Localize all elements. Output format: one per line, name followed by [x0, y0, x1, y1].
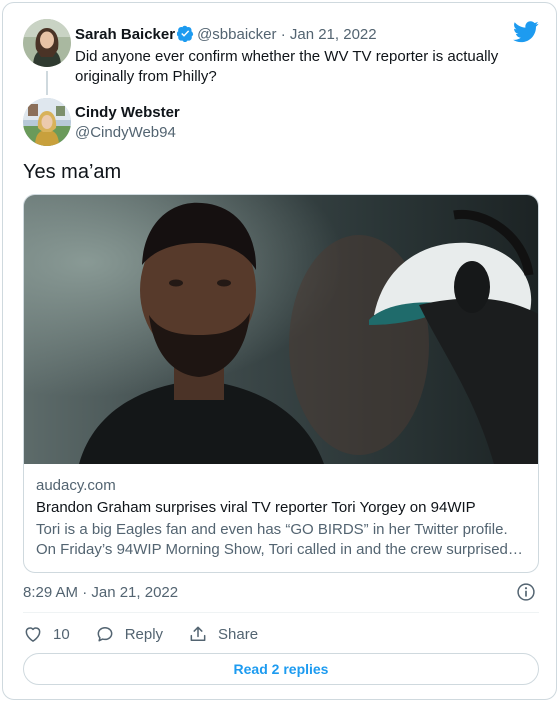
speech-bubble-icon — [97, 627, 113, 642]
like-button[interactable]: 10 — [23, 624, 70, 644]
link-title: Brandon Graham surprises viral TV report… — [36, 499, 476, 516]
author-avatar[interactable] — [23, 98, 71, 146]
tweet-timestamp[interactable]: 8:29 AM · Jan 21, 2022 — [23, 583, 178, 603]
info-icon[interactable] — [516, 582, 536, 602]
quoted-author-avatar[interactable] — [23, 19, 71, 67]
link-preview-card[interactable]: audacy.com Brandon Graham surprises vira… — [23, 194, 539, 573]
divider — [23, 612, 539, 613]
tweet-text: Yes ma’am — [23, 161, 122, 183]
verified-badge-icon — [176, 25, 194, 42]
link-preview-meta: audacy.com Brandon Graham surprises vira… — [36, 476, 526, 560]
reply-label: Reply — [124, 625, 164, 643]
share-button[interactable]: Share — [188, 624, 258, 644]
link-preview-image — [24, 195, 538, 464]
thread-connector — [46, 71, 48, 95]
link-description: Tori is a big Eagles fan and even has “G… — [36, 521, 508, 558]
quoted-tweet-header: Sarah Baicker @sbbaicker · Jan 21, 2022 — [75, 25, 377, 45]
quoted-tweet-text[interactable]: Did anyone ever confirm whether the WV T… — [75, 47, 515, 87]
quoted-author-name[interactable]: Sarah Baicker — [75, 26, 175, 43]
like-count: 10 — [53, 625, 70, 643]
share-upload-icon — [190, 626, 206, 641]
author-name[interactable]: Cindy Webster — [75, 103, 180, 123]
heart-icon — [25, 627, 41, 642]
meta-separator: · — [280, 26, 286, 43]
tweet-embed-card: Sarah Baicker @sbbaicker · Jan 21, 2022 D… — [2, 2, 557, 700]
twitter-bird-icon[interactable] — [513, 21, 539, 43]
reply-button[interactable]: Reply — [95, 624, 163, 644]
action-bar: 10 Reply Share — [23, 623, 283, 645]
quoted-author-handle[interactable]: @sbbaicker — [197, 26, 276, 43]
link-domain: audacy.com — [36, 477, 116, 494]
quoted-tweet-date[interactable]: Jan 21, 2022 — [290, 26, 377, 43]
read-replies-button[interactable]: Read 2 replies — [23, 653, 539, 685]
share-label: Share — [218, 625, 259, 643]
author-handle[interactable]: @CindyWeb94 — [75, 123, 176, 143]
